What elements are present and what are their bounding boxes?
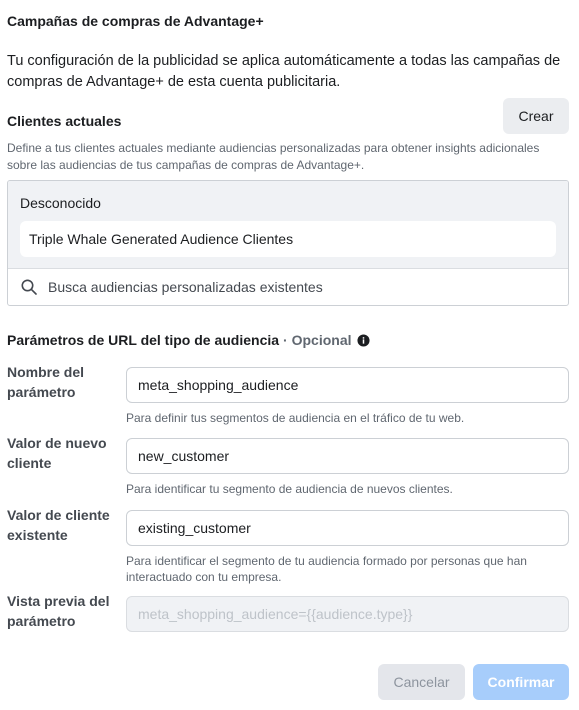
clients-title: Clientes actuales [7, 113, 122, 129]
parameter-preview-label: Vista previa del parámetro [7, 593, 110, 629]
cancel-button[interactable]: Cancelar [378, 664, 465, 700]
audience-selector: Desconocido Triple Whale Generated Audie… [7, 180, 569, 306]
info-icon[interactable] [356, 333, 370, 347]
url-params-title-text: Parámetros de URL del tipo de audiencia [7, 332, 280, 348]
parameter-name-label: Nombre del parámetro [7, 364, 85, 400]
audience-search-input[interactable] [48, 275, 548, 299]
parameter-name-input[interactable] [126, 367, 569, 403]
parameter-name-help: Para definir tus segmentos de audiencia … [126, 411, 465, 425]
selected-audiences-area: Desconocido Triple Whale Generated Audie… [8, 181, 568, 269]
new-customer-help: Para identificar tu segmento de audienci… [126, 482, 453, 496]
section-title: Campañas de compras de Advantage+ [7, 13, 264, 29]
intro-text: Tu configuración de la publicidad se apl… [7, 53, 561, 90]
audience-search-row [8, 269, 568, 305]
create-button[interactable]: Crear [503, 98, 569, 134]
existing-customer-label: Valor de cliente existente [7, 507, 110, 543]
confirm-button[interactable]: Confirmar [473, 664, 569, 700]
parameter-preview-input [126, 596, 569, 632]
clients-description: Define a tus clientes actuales mediante … [7, 141, 540, 172]
existing-customer-input[interactable] [126, 510, 569, 546]
audience-group-label: Desconocido [20, 195, 101, 211]
search-icon [21, 279, 37, 295]
url-params-title: Parámetros de URL del tipo de audiencia … [7, 332, 370, 348]
advantage-settings-panel: Campañas de compras de Advantage+ Tu con… [0, 0, 579, 710]
selected-audience-chip[interactable]: Triple Whale Generated Audience Clientes [20, 221, 556, 257]
new-customer-input[interactable] [126, 438, 569, 474]
optional-label: · Opcional [283, 332, 352, 348]
new-customer-label: Valor de nuevo cliente [7, 435, 107, 471]
existing-customer-help: Para identificar el segmento de tu audie… [126, 554, 527, 584]
